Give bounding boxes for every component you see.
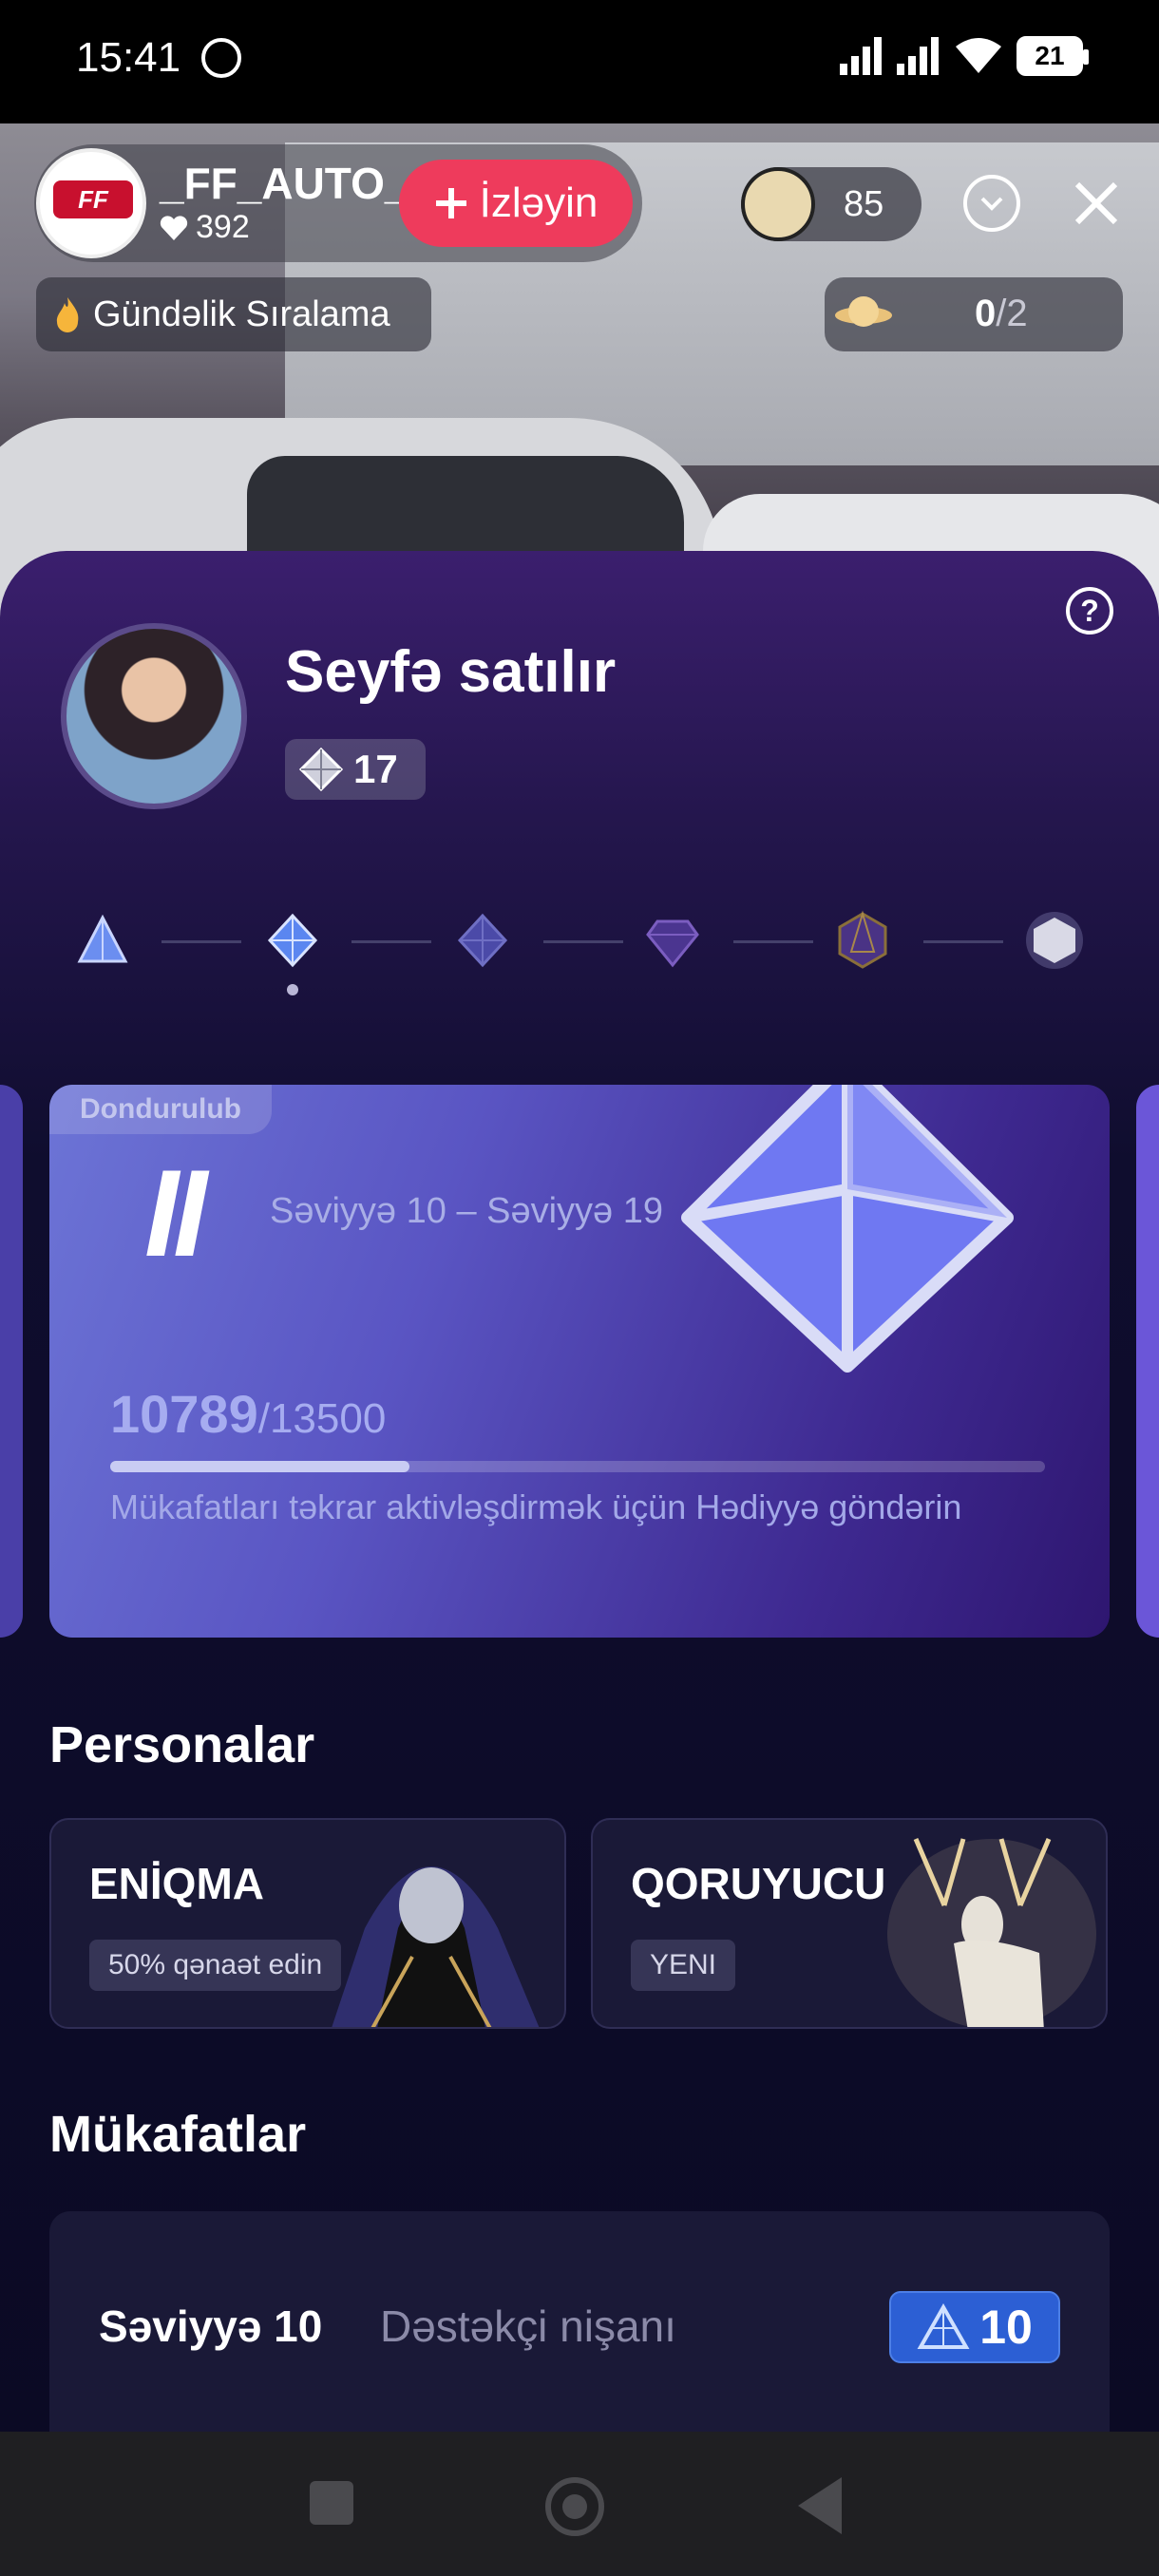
back-button[interactable] bbox=[798, 2477, 842, 2534]
level-progress: 10789/13500 bbox=[110, 1383, 386, 1445]
signal-icon bbox=[840, 37, 882, 75]
frozen-status-tag: Dondurulub bbox=[49, 1085, 272, 1134]
follow-button[interactable]: İzləyin bbox=[399, 160, 633, 247]
level-range: Səviyyə 10 – Səviyyə 19 bbox=[270, 1191, 664, 1231]
user-avatar[interactable] bbox=[61, 623, 247, 809]
persona-tag: YENI bbox=[631, 1940, 736, 1991]
status-icons: 21 bbox=[840, 36, 1089, 76]
tier-numeral: II bbox=[144, 1144, 207, 1282]
diamond-icon bbox=[298, 747, 344, 792]
help-icon[interactable]: ? bbox=[1066, 587, 1113, 635]
personas-title: Personalar bbox=[49, 1716, 315, 1773]
daily-rank-button[interactable]: Gündəlik Sıralama bbox=[36, 277, 431, 351]
host-logo: FF AVTO bbox=[53, 180, 133, 252]
persona-tag: 50% qənaət edin bbox=[89, 1940, 342, 1991]
glowing-deer-figure bbox=[887, 1838, 1096, 2027]
planet-progress: 0/2 bbox=[975, 293, 1028, 335]
planet-icon bbox=[835, 296, 892, 327]
persona-name: ENİQMA bbox=[89, 1859, 264, 1908]
level-progress-fill bbox=[110, 1461, 409, 1472]
tier-4-icon[interactable] bbox=[644, 908, 701, 973]
previous-level-card[interactable] bbox=[0, 1085, 23, 1638]
planet-total: /2 bbox=[996, 293, 1028, 334]
diamond-gem-icon bbox=[681, 1085, 1014, 1373]
track-line bbox=[923, 940, 1003, 943]
persona-card-guardian[interactable]: QORUYUCU YENI bbox=[591, 1818, 1108, 2029]
level-card[interactable]: Dondurulub II Səviyyə 10 – Səviyyə 19 10… bbox=[49, 1085, 1110, 1638]
tier-5-icon[interactable] bbox=[834, 908, 891, 973]
current-tier-indicator bbox=[287, 984, 298, 995]
viewer-avatar[interactable] bbox=[741, 167, 815, 241]
host-name: _FF_AUTO_ bbox=[160, 159, 409, 208]
masked-hood-figure bbox=[332, 1866, 540, 2027]
host-avatar[interactable]: FF AVTO bbox=[36, 148, 146, 258]
signal-icon-2 bbox=[897, 37, 939, 75]
rewards-title: Mükafatlar bbox=[49, 2106, 307, 2163]
recent-apps-button[interactable] bbox=[310, 2481, 353, 2525]
user-level-badge: 17 bbox=[285, 739, 426, 800]
whatsapp-icon bbox=[201, 38, 241, 78]
daily-rank-label: Gündəlik Sıralama bbox=[93, 294, 390, 334]
triangle-badge-icon bbox=[917, 2303, 970, 2349]
status-time: 15:41 bbox=[76, 34, 181, 81]
viewer-count: 85 bbox=[844, 184, 884, 224]
supporter-badge: 10 bbox=[889, 2291, 1060, 2363]
wifi-icon bbox=[956, 38, 1001, 73]
track-line bbox=[733, 940, 813, 943]
close-icon[interactable] bbox=[1068, 175, 1125, 232]
track-line bbox=[162, 940, 241, 943]
persona-name: QORUYUCU bbox=[631, 1859, 886, 1908]
close-glyph bbox=[1074, 181, 1118, 225]
user-badge-value: 17 bbox=[353, 747, 398, 791]
status-bar: 15:41 21 bbox=[0, 0, 1159, 123]
tier-3-icon[interactable] bbox=[454, 908, 511, 973]
tier-2-icon[interactable] bbox=[264, 908, 321, 973]
follow-label: İzləyin bbox=[479, 180, 598, 226]
next-level-card[interactable] bbox=[1136, 1085, 1159, 1638]
chevron-glyph bbox=[980, 197, 1003, 211]
flame-icon bbox=[56, 297, 79, 332]
home-button[interactable] bbox=[545, 2477, 604, 2536]
track-line bbox=[543, 940, 623, 943]
battery-icon: 21 bbox=[1016, 36, 1089, 76]
tier-1-icon[interactable] bbox=[74, 908, 131, 973]
heart-icon bbox=[160, 215, 188, 240]
progress-total: /13500 bbox=[257, 1395, 387, 1442]
reactivate-note: Mükafatları təkrar aktivləşdirmək üçün H… bbox=[110, 1487, 962, 1526]
level-progress-bar bbox=[110, 1461, 1045, 1472]
tier-6-icon[interactable] bbox=[1026, 908, 1083, 973]
user-name: Seyfə satılır bbox=[285, 639, 617, 705]
reward-description: Dəstəkçi nişanı bbox=[380, 2301, 676, 2351]
progress-current: 10789 bbox=[110, 1384, 258, 1444]
planet-current: 0 bbox=[975, 293, 997, 334]
track-line bbox=[352, 940, 431, 943]
supporter-badge-value: 10 bbox=[979, 2301, 1033, 2354]
host-likes: 392 bbox=[160, 209, 250, 246]
reward-level: Səviyyə 10 bbox=[99, 2301, 323, 2351]
chevron-down-icon[interactable] bbox=[963, 175, 1020, 232]
plus-icon bbox=[435, 188, 466, 218]
host-likes-count: 392 bbox=[196, 209, 250, 245]
persona-card-enigma[interactable]: ENİQMA 50% qənaət edin bbox=[49, 1818, 566, 2029]
